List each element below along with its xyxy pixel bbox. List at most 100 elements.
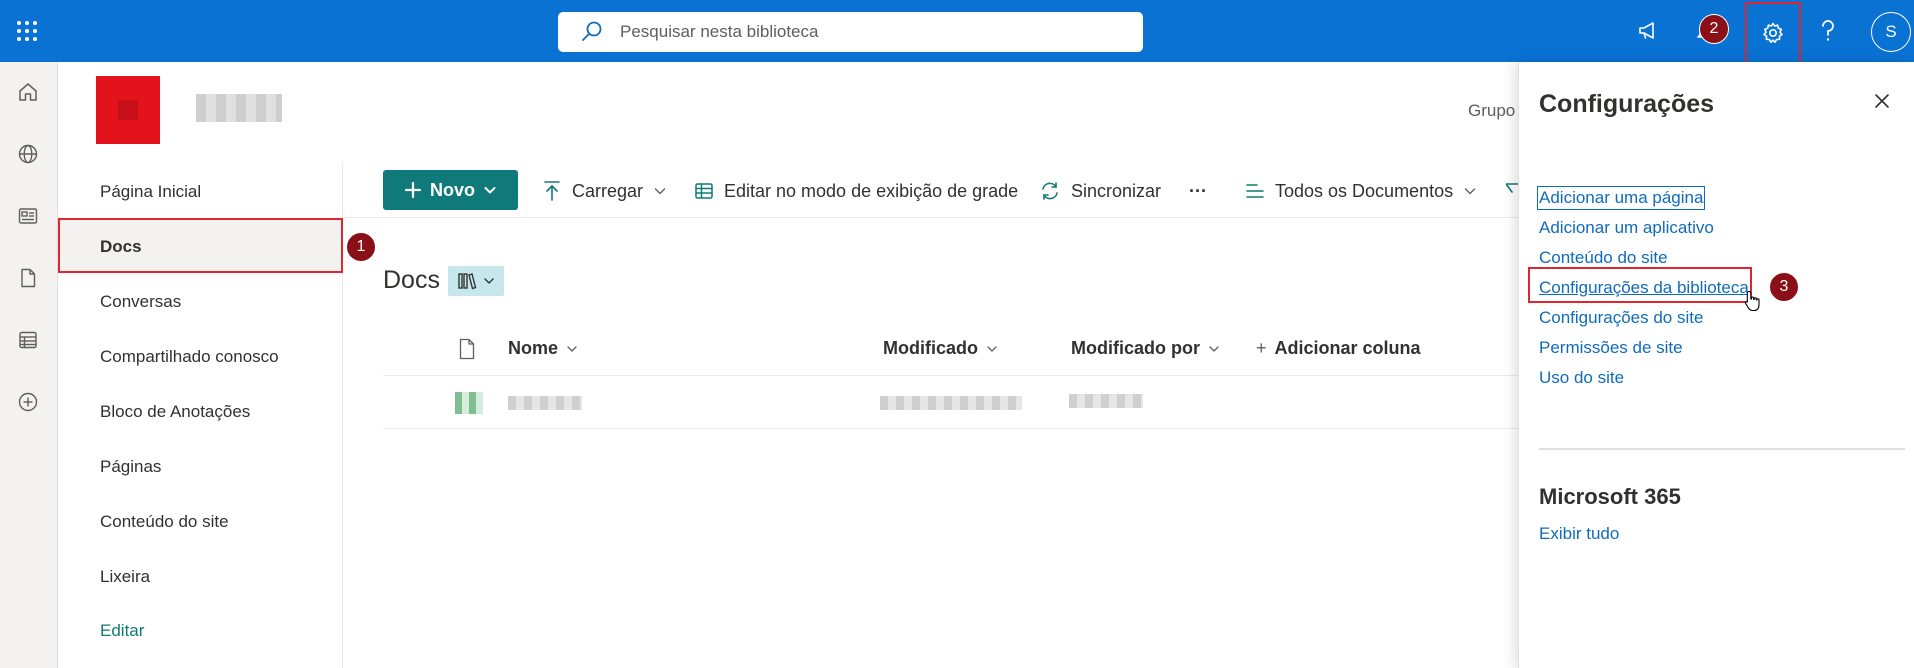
add-column-button[interactable]: + Adicionar coluna: [1256, 338, 1421, 359]
chevron-down-icon: [1464, 188, 1476, 195]
chevron-down-icon: [484, 187, 496, 194]
add-page-link[interactable]: Adicionar uma página: [1536, 186, 1706, 210]
column-modified-by-label: Modificado por: [1071, 338, 1200, 358]
settings-panel-title: Configurações: [1539, 90, 1715, 118]
suite-header: Pesquisar nesta biblioteca S: [0, 0, 1914, 64]
chevron-down-icon: [654, 188, 666, 195]
hand-cursor-icon: [1744, 290, 1760, 312]
grid-icon: [695, 183, 713, 199]
lists-rail-button[interactable]: [13, 325, 43, 355]
chevron-down-icon: [484, 278, 494, 284]
view-label: Todos os Documentos: [1275, 180, 1454, 201]
sites-rail-button[interactable]: [13, 139, 43, 169]
column-modified-label: Modificado: [883, 338, 978, 358]
create-rail-button[interactable]: [13, 387, 43, 417]
nav-item-pages[interactable]: Páginas: [100, 457, 161, 477]
new-button-label: Novo: [430, 179, 475, 200]
chevron-down-icon: [567, 345, 577, 352]
nav-item-home[interactable]: Página Inicial: [100, 182, 201, 202]
nav-item-site-contents[interactable]: Conteúdo do site: [100, 512, 229, 532]
file-type-column[interactable]: [458, 338, 476, 360]
app-bar: [0, 62, 58, 668]
site-title[interactable]: [196, 94, 282, 122]
nav-edit-link[interactable]: Editar: [100, 621, 144, 641]
file-name[interactable]: [508, 396, 582, 410]
plus-icon: +: [1256, 338, 1267, 358]
sync-label: Sincronizar: [1071, 180, 1162, 201]
header-divider: [383, 375, 1518, 376]
site-contents-link[interactable]: Conteúdo do site: [1539, 248, 1668, 268]
file-modified-by[interactable]: [1069, 394, 1143, 408]
announcements-button[interactable]: [1627, 10, 1669, 52]
gear-icon: [1763, 22, 1783, 43]
help-button[interactable]: [1807, 10, 1849, 52]
grid-edit-label: Editar no modo de exibição de grade: [724, 180, 1019, 201]
waffle-icon: [17, 21, 37, 41]
search-input[interactable]: Pesquisar nesta biblioteca: [620, 22, 818, 42]
column-name[interactable]: Nome: [508, 338, 578, 359]
avatar[interactable]: S: [1871, 12, 1911, 52]
close-panel-button[interactable]: [1867, 86, 1897, 116]
files-rail-button[interactable]: [13, 263, 43, 293]
upload-button[interactable]: Carregar: [542, 176, 667, 206]
step-badge-2: 2: [1699, 14, 1729, 44]
add-circle-icon: [18, 392, 38, 412]
m365-heading: Microsoft 365: [1539, 484, 1681, 509]
new-button[interactable]: Novo: [383, 170, 518, 210]
column-modified-by[interactable]: Modificado por: [1071, 338, 1220, 359]
news-icon: [18, 208, 38, 224]
chevron-down-icon: [1209, 345, 1219, 352]
step-badge-3: 3: [1769, 272, 1799, 302]
megaphone-icon: [1639, 22, 1654, 39]
library-icon: [458, 273, 477, 290]
nav-item-notebook[interactable]: Bloco de Anotações: [100, 402, 250, 422]
nav-item-shared-with-us[interactable]: Compartilhado conosco: [100, 347, 279, 367]
step-badge-1: 1: [346, 232, 376, 262]
view-lines-icon: [1246, 184, 1264, 198]
home-icon: [19, 83, 37, 101]
document-icon: [21, 268, 36, 288]
file-type-icon: [459, 338, 475, 360]
site-settings-link[interactable]: Configurações do site: [1539, 308, 1703, 328]
chevron-down-icon: [987, 345, 997, 352]
nav-item-recycle-bin[interactable]: Lixeira: [100, 567, 150, 587]
news-rail-button[interactable]: [13, 201, 43, 231]
panel-divider: [1539, 448, 1905, 450]
column-modified[interactable]: Modificado: [883, 338, 998, 359]
add-app-link[interactable]: Adicionar um aplicativo: [1539, 218, 1714, 238]
list-icon: [19, 331, 37, 349]
plus-icon: [404, 181, 422, 199]
library-settings-highlight: [1528, 267, 1752, 303]
home-rail-button[interactable]: [13, 77, 43, 107]
help-icon: [1822, 20, 1834, 41]
close-icon: [1875, 94, 1889, 108]
site-usage-link[interactable]: Uso do site: [1539, 368, 1624, 388]
nav-item-conversations[interactable]: Conversas: [100, 292, 181, 312]
upload-label: Carregar: [572, 180, 644, 201]
view-selector[interactable]: Todos os Documentos: [1245, 176, 1477, 206]
column-name-label: Nome: [508, 338, 559, 358]
nav-item-docs[interactable]: Docs: [100, 237, 142, 257]
library-view-switcher[interactable]: [448, 266, 504, 296]
view-all-link[interactable]: Exibir tudo: [1539, 524, 1619, 544]
site-logo[interactable]: [96, 76, 160, 144]
settings-panel: Configurações Adicionar uma página Adici…: [1518, 62, 1914, 668]
add-column-label: Adicionar coluna: [1274, 338, 1421, 358]
sync-icon: [1042, 182, 1058, 200]
group-label: Grupo: [1468, 101, 1516, 120]
row-divider: [383, 428, 1518, 429]
file-icon: [455, 392, 483, 414]
globe-icon: [18, 144, 38, 164]
app-launcher-button[interactable]: [6, 11, 48, 51]
site-permissions-link[interactable]: Permissões de site: [1539, 338, 1683, 358]
file-modified: [880, 396, 1022, 410]
filter-button[interactable]: [1506, 176, 1518, 206]
grid-edit-button[interactable]: Editar no modo de exibição de grade: [694, 176, 1018, 206]
settings-button[interactable]: [1745, 2, 1801, 64]
search-icon: [582, 21, 602, 41]
upload-icon: [544, 181, 560, 201]
more-actions-button[interactable]: ···: [1189, 176, 1207, 206]
search-box[interactable]: Pesquisar nesta biblioteca: [558, 12, 1143, 52]
sync-button[interactable]: Sincronizar: [1039, 176, 1161, 206]
filter-icon: [1506, 183, 1518, 193]
